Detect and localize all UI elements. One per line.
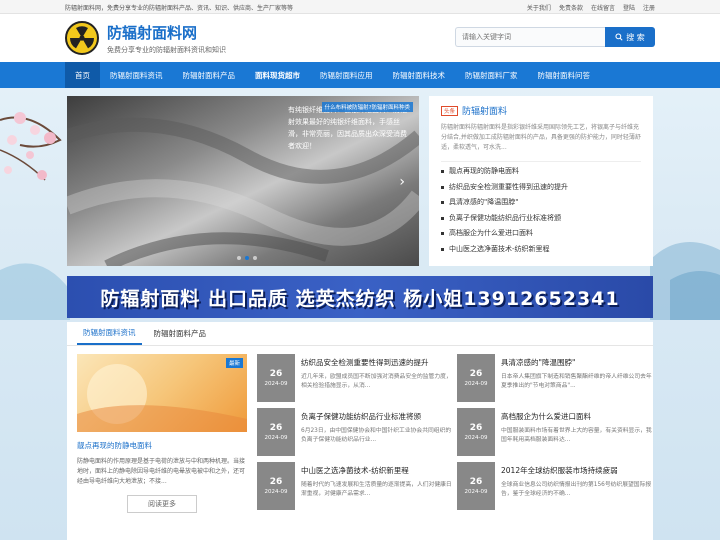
- nav-technology[interactable]: 防辐射面料技术: [383, 62, 456, 88]
- search-icon: [615, 33, 623, 41]
- link-disclaimer[interactable]: 免责条款: [559, 3, 583, 12]
- news-card[interactable]: 26 2024-09 中山医之选净菌技术-纺织新里程随着时代的飞速发展和生活质量的…: [257, 462, 453, 510]
- nav-qa[interactable]: 防辐射面料问答: [528, 62, 601, 88]
- main-nav: 首页 防辐射面料资讯 防辐射面料产品 面料现货超市 防辐射面料应用 防辐射面料技…: [0, 62, 720, 88]
- list-item[interactable]: 高档服企为什么爱进口面料: [441, 226, 641, 242]
- next-section-edge: [67, 532, 653, 540]
- news-card[interactable]: 26 2024-09 2012年全球纺织服装市场持续疲弱全球商业信息公司纺织情报出…: [457, 462, 653, 510]
- search-input[interactable]: [455, 27, 605, 47]
- news-desc: 随着时代的飞速发展和生活质量的逐渐提高，人们对健康日渐重视，对健康产品需求...: [301, 482, 452, 497]
- list-item[interactable]: 中山医之选净菌技术-纺织新里程: [441, 242, 641, 258]
- headline-panel: 头条 防辐射面料 防辐射面料防辐射面料是指彩银纤维采用国际领先工艺，将银离子与纤…: [429, 96, 653, 266]
- news-tabs-panel: 防辐射面料资讯 防辐射面料产品 最新 靓点再现的防静电面料 防静电面料的作用原理…: [67, 322, 653, 540]
- featured-image[interactable]: 最新: [77, 354, 247, 432]
- news-grid: 26 2024-09 纺织品安全检测重要性得到迅速的提升近几年来，欧盟成员国不断加…: [257, 354, 653, 510]
- news-card[interactable]: 26 2024-09 纺织品安全检测重要性得到迅速的提升近几年来，欧盟成员国不断加…: [257, 354, 453, 402]
- news-desc: 6月23日，由中国保健协会和中国针织工业协会共同组织的负离子保健功能纺织品行业.…: [301, 428, 452, 443]
- news-card[interactable]: 26 2024-09 具清凉感的"降温围脖" 日本帝人集团旗下制造和销售聚酯纤维的帝…: [457, 354, 653, 402]
- search-button[interactable]: 搜 索: [605, 27, 655, 47]
- link-message[interactable]: 在线留言: [591, 3, 615, 12]
- search-button-label: 搜 索: [626, 32, 645, 42]
- slider-dot[interactable]: [237, 256, 241, 260]
- nav-applications[interactable]: 防辐射面料应用: [310, 62, 383, 88]
- site-name[interactable]: 防辐射面料网: [107, 22, 226, 43]
- news-card[interactable]: 26 2024-09 负离子保健功能纺织品行业标准将颁 6月23日，由中国保健协会和…: [257, 408, 453, 456]
- nav-home[interactable]: 首页: [65, 62, 100, 88]
- featured-desc: 防静电面料的作用原理是基于电荷的泄放与中和两种机理。当接地时，面料上的静电除因导…: [77, 458, 246, 485]
- list-item[interactable]: 负离子保健功能纺织品行业标准将颁: [441, 211, 641, 227]
- date-block: 26 2024-09: [457, 408, 495, 456]
- link-login[interactable]: 登陆: [623, 3, 635, 12]
- date-block: 26 2024-09: [457, 354, 495, 402]
- hero-slider[interactable]: 有纯银纤维面料、镀银纤维面料、防辐射效果最好的纯银纤维面料，手感丝滑，非常亮丽，…: [67, 96, 419, 266]
- link-about[interactable]: 关于我们: [527, 3, 551, 12]
- list-item[interactable]: 靓点再现的防静电面料: [441, 164, 641, 180]
- tab-bar: 防辐射面料资讯 防辐射面料产品: [67, 322, 653, 346]
- slider-dot-active[interactable]: [245, 256, 249, 260]
- header: 防辐射面料网 免费分享专业的防辐射面料资讯和知识 搜 索: [0, 14, 720, 62]
- nav-stock-market[interactable]: 面料现货超市: [245, 62, 310, 88]
- news-title[interactable]: 2012年全球纺织服装市场持续疲弱: [501, 465, 653, 476]
- nav-products[interactable]: 防辐射面料产品: [173, 62, 246, 88]
- featured-article: 最新 靓点再现的防静电面料 防静电面料的作用原理是基于电荷的泄放与中和两种机理。…: [77, 354, 247, 513]
- slider-next-arrow-icon[interactable]: ›: [399, 174, 405, 190]
- news-desc: 中国服装面料市场有着世界上大的容量，有关资料显示，我国年耗用高档服装面料达...: [501, 428, 652, 443]
- tab-products[interactable]: 防辐射面料产品: [148, 322, 213, 345]
- link-register[interactable]: 注册: [643, 3, 655, 12]
- date-block: 26 2024-09: [257, 462, 295, 510]
- slider-tag[interactable]: 什么布料被防辐射?防辐射面料种类: [321, 102, 413, 112]
- brand: 防辐射面料网 免费分享专业的防辐射面料资讯和知识: [107, 22, 226, 55]
- headline-list: 靓点再现的防静电面料 纺织品安全检测重要性得到迅速的提升 具清凉感的"降温围脖"…: [441, 161, 641, 257]
- news-title[interactable]: 中山医之选净菌技术-纺织新里程: [301, 465, 453, 476]
- nav-news[interactable]: 防辐射面料资讯: [100, 62, 173, 88]
- nav-manufacturers[interactable]: 防辐射面料厂家: [455, 62, 528, 88]
- date-block: 26 2024-09: [457, 462, 495, 510]
- news-desc: 近几年来，欧盟成员国不断加强对消费品安全的监管力度，相关检验措施显示，从消...: [301, 374, 452, 389]
- site-notice: 防辐射面料网，免费分享专业的防辐射面料产品、资讯、知识、供应商、生产厂家等等: [65, 4, 294, 12]
- list-item[interactable]: 纺织品安全检测重要性得到迅速的提升: [441, 180, 641, 196]
- slider-dots: [237, 256, 257, 260]
- date-block: 26 2024-09: [257, 354, 295, 402]
- site-slogan: 免费分享专业的防辐射面料资讯和知识: [107, 45, 226, 54]
- mountain-decoration: [650, 242, 720, 320]
- news-desc: 日本帝人集团旗下制造和销售聚酯纤维的帝人纤维公司去年夏季推出的"节电对策商品".…: [501, 374, 652, 389]
- news-title[interactable]: 高档服企为什么爱进口面料: [501, 411, 653, 422]
- list-item[interactable]: 具清凉感的"降温围脖": [441, 195, 641, 211]
- radiation-logo-icon[interactable]: [65, 21, 99, 55]
- top-bar: 防辐射面料网，免费分享专业的防辐射面料产品、资讯、知识、供应商、生产厂家等等 关…: [0, 0, 720, 14]
- banner-text: 防辐射面料 出口品质 选英杰纺织 杨小姐13912652341: [100, 287, 620, 310]
- search-box: 搜 索: [455, 27, 655, 47]
- news-title[interactable]: 具清凉感的"降温围脖": [501, 357, 653, 368]
- tab-news[interactable]: 防辐射面料资讯: [77, 322, 142, 345]
- promo-banner[interactable]: 防辐射面料 出口品质 选英杰纺织 杨小姐13912652341: [67, 276, 653, 318]
- news-desc: 全球商业信息公司纺织情报出刊的第156号纺织展望国际报告，鉴于全球经济的不确..…: [501, 482, 652, 497]
- headline-desc: 防辐射面料防辐射面料是指彩银纤维采用国际领先工艺，将银离子与纤维充分结合,并织做…: [441, 124, 641, 151]
- headline-title[interactable]: 防辐射面料: [462, 104, 507, 117]
- headline-tag: 头条: [441, 105, 459, 116]
- featured-title[interactable]: 靓点再现的防静电面料: [77, 440, 247, 451]
- slider-dot[interactable]: [253, 256, 257, 260]
- top-links: 关于我们 免责条款 在线留言 登陆 注册: [527, 3, 655, 12]
- read-more-button[interactable]: 阅读更多: [127, 495, 197, 513]
- news-title[interactable]: 纺织品安全检测重要性得到迅速的提升: [301, 357, 453, 368]
- news-card[interactable]: 26 2024-09 高档服企为什么爱进口面料中国服装面料市场有着世界上大的容量，…: [457, 408, 653, 456]
- new-badge: 最新: [225, 358, 243, 368]
- news-title[interactable]: 负离子保健功能纺织品行业标准将颁: [301, 411, 453, 422]
- date-block: 26 2024-09: [257, 408, 295, 456]
